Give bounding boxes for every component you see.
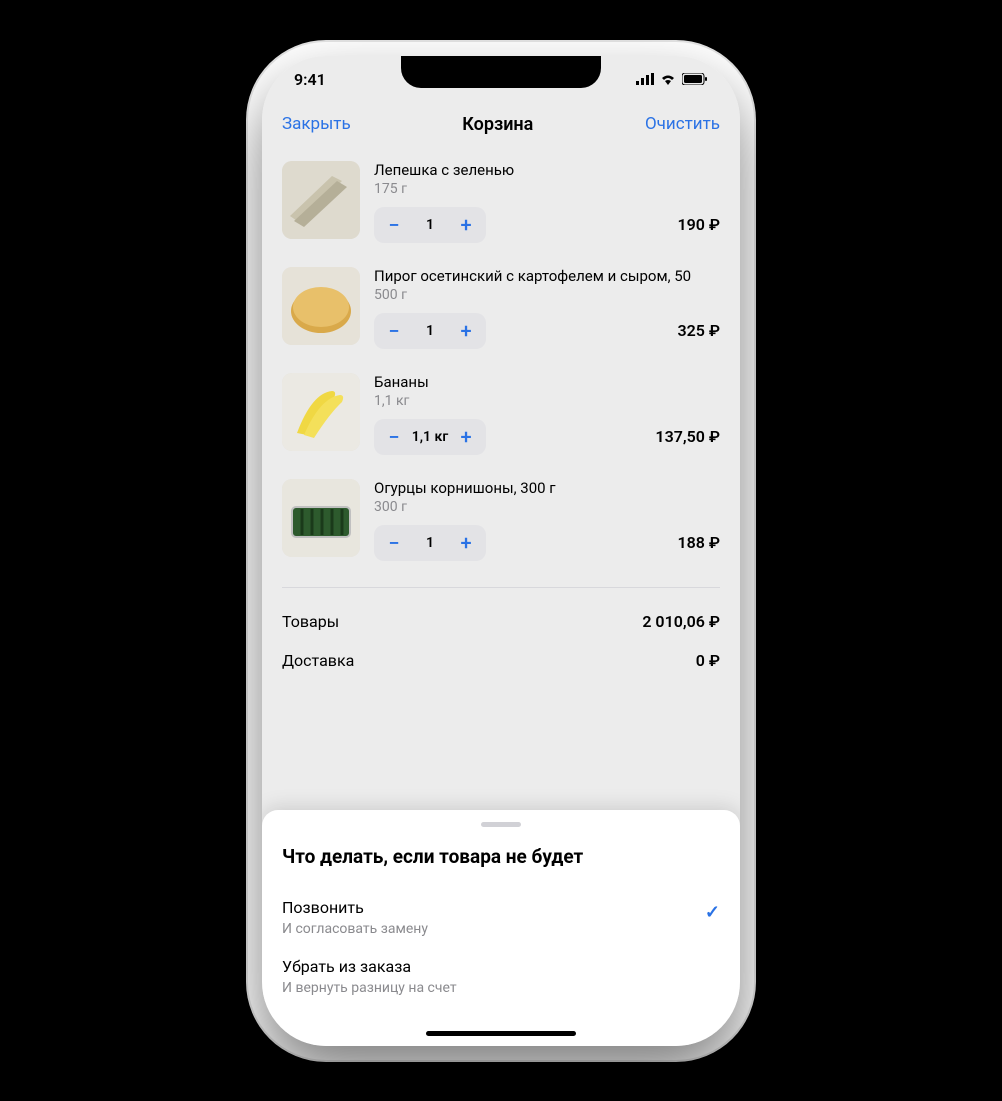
- product-price: 325 ₽: [677, 321, 720, 340]
- product-name: Бананы: [374, 373, 720, 391]
- plus-button[interactable]: +: [450, 421, 482, 453]
- product-weight: 175 г: [374, 181, 720, 197]
- product-thumbnail[interactable]: [282, 373, 360, 451]
- quantity-stepper: − 1 +: [374, 207, 486, 243]
- product-price: 137,50 ₽: [655, 427, 720, 446]
- product-weight: 1,1 кг: [374, 393, 720, 409]
- quantity-value: 1: [410, 323, 450, 339]
- sheet-handle[interactable]: [481, 822, 521, 827]
- summary-goods-value: 2 010,06 ₽: [642, 612, 720, 631]
- cart-item: Лепешка с зеленью 175 г − 1 + 190 ₽: [282, 149, 720, 255]
- signal-icon: [636, 70, 654, 89]
- summary-goods: Товары 2 010,06 ₽: [282, 602, 720, 641]
- minus-button[interactable]: −: [378, 527, 410, 559]
- cart-item: Пирог осетинский с картофелем и сыром, 5…: [282, 255, 720, 361]
- product-price: 188 ₽: [677, 533, 720, 552]
- plus-button[interactable]: +: [450, 315, 482, 347]
- close-button[interactable]: Закрыть: [282, 114, 351, 134]
- page-title: Корзина: [462, 114, 533, 135]
- product-name: Лепешка с зеленью: [374, 161, 720, 179]
- option-remove[interactable]: Убрать из заказа И вернуть разницу на сч…: [282, 947, 720, 1006]
- option-subtitle: И вернуть разницу на счет: [282, 980, 457, 996]
- option-subtitle: И согласовать замену: [282, 921, 428, 937]
- product-thumbnail[interactable]: [282, 267, 360, 345]
- summary-goods-label: Товары: [282, 612, 339, 631]
- product-weight: 500 г: [374, 287, 720, 303]
- bottom-sheet: Что делать, если товара не будет Позвони…: [262, 810, 740, 1046]
- phone-frame: 9:41 Закрыть Корзина Очистить Лепешка с …: [262, 56, 740, 1046]
- summary-delivery-label: Доставка: [282, 651, 354, 670]
- product-thumbnail[interactable]: [282, 161, 360, 239]
- product-name: Пирог осетинский с картофелем и сыром, 5…: [374, 267, 720, 285]
- checkmark-icon: ✓: [705, 902, 720, 923]
- screen: 9:41 Закрыть Корзина Очистить Лепешка с …: [262, 56, 740, 1046]
- quantity-value: 1,1 кг: [410, 429, 450, 445]
- minus-button[interactable]: −: [378, 421, 410, 453]
- minus-button[interactable]: −: [378, 315, 410, 347]
- status-indicators: [636, 70, 708, 89]
- quantity-stepper: − 1,1 кг +: [374, 419, 486, 455]
- nav-bar: Закрыть Корзина Очистить: [262, 104, 740, 149]
- clear-button[interactable]: Очистить: [645, 114, 720, 134]
- plus-button[interactable]: +: [450, 527, 482, 559]
- wifi-icon: [660, 70, 676, 89]
- sheet-title: Что делать, если товара не будет: [282, 845, 720, 868]
- quantity-stepper: − 1 +: [374, 313, 486, 349]
- quantity-value: 1: [410, 535, 450, 551]
- product-thumbnail[interactable]: [282, 479, 360, 557]
- quantity-stepper: − 1 +: [374, 525, 486, 561]
- cart-list[interactable]: Лепешка с зеленью 175 г − 1 + 190 ₽: [262, 149, 740, 680]
- notch: [401, 56, 601, 88]
- option-title: Позвонить: [282, 898, 428, 917]
- option-title: Убрать из заказа: [282, 957, 457, 976]
- quantity-value: 1: [410, 217, 450, 233]
- product-name: Огурцы корнишоны, 300 г: [374, 479, 720, 497]
- battery-icon: [682, 70, 708, 89]
- home-indicator[interactable]: [426, 1031, 576, 1036]
- divider: [282, 587, 720, 588]
- minus-button[interactable]: −: [378, 209, 410, 241]
- cart-item: Бананы 1,1 кг − 1,1 кг + 137,50 ₽: [282, 361, 720, 467]
- product-weight: 300 г: [374, 499, 720, 515]
- cart-item: Огурцы корнишоны, 300 г 300 г − 1 + 188 …: [282, 467, 720, 573]
- plus-button[interactable]: +: [450, 209, 482, 241]
- summary-delivery-value: 0 ₽: [696, 651, 720, 670]
- option-call[interactable]: Позвонить И согласовать замену ✓: [282, 888, 720, 947]
- product-price: 190 ₽: [677, 215, 720, 234]
- status-time: 9:41: [294, 70, 326, 89]
- summary-delivery: Доставка 0 ₽: [282, 641, 720, 680]
